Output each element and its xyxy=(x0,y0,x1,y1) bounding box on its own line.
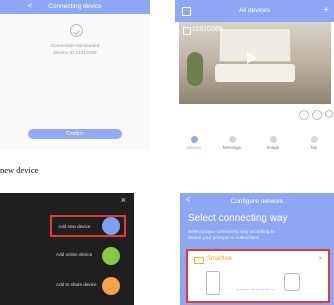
tab-message[interactable]: Message xyxy=(217,136,247,150)
tab-image[interactable]: Image xyxy=(258,136,288,150)
confirm-button[interactable]: Confirm xyxy=(28,129,122,139)
connection-status: Connection succeeded xyxy=(50,44,100,49)
online-device-icon xyxy=(102,247,120,265)
scan-icon[interactable] xyxy=(182,7,191,16)
success-check-icon xyxy=(70,24,83,37)
section-heading: Select connecting way xyxy=(188,213,288,224)
page-title: Configure network xyxy=(230,198,284,205)
my-tab-icon xyxy=(310,136,318,143)
menu-item-add-share-device[interactable]: Add to share device xyxy=(50,275,126,297)
share-icon[interactable] xyxy=(325,110,333,118)
option-label: Smartlink xyxy=(207,256,233,262)
header-bar: All devices + xyxy=(175,0,334,22)
add-device-menu: × Add new device Add online device Add t… xyxy=(0,193,134,305)
image-tab-icon xyxy=(269,136,277,143)
wifi-router-icon xyxy=(194,257,204,264)
tab-my[interactable]: My xyxy=(299,136,329,150)
router-illustration xyxy=(284,273,300,291)
message-tab-icon xyxy=(228,136,236,143)
close-icon[interactable]: × xyxy=(121,195,126,205)
edit-icon[interactable] xyxy=(183,27,191,35)
figure-caption: new device xyxy=(0,165,39,175)
header-bar: < Connecting device xyxy=(0,0,150,14)
plant-image xyxy=(187,52,203,86)
page-title: All devices xyxy=(238,7,271,14)
play-icon[interactable] xyxy=(247,52,257,64)
configure-network-screen: < Configure network Select connecting wa… xyxy=(180,193,334,305)
device-tab-icon xyxy=(190,136,198,143)
settings-icon[interactable] xyxy=(299,110,309,120)
chevron-right-icon: > xyxy=(318,256,322,262)
add-device-button[interactable]: + xyxy=(323,0,329,22)
record-icon[interactable] xyxy=(312,110,322,120)
phone-illustration xyxy=(206,271,220,295)
tab-device[interactable]: Device xyxy=(179,136,209,150)
menu-item-add-online-device[interactable]: Add online device xyxy=(50,245,126,267)
instruction-line-2: device your prompts or instructions xyxy=(188,235,260,240)
all-devices-screen: All devices + 11910269 Device Message Im… xyxy=(175,0,334,150)
smartlink-option[interactable]: Smartlink > xyxy=(186,249,330,303)
connecting-device-screen: < Connecting device Connection succeeded… xyxy=(0,0,150,150)
camera-name: 11910269 xyxy=(192,26,223,33)
camera-preview[interactable]: 11910269 xyxy=(179,22,331,104)
instruction-line-1: Select proper connecting way according t… xyxy=(188,229,275,234)
back-button[interactable]: < xyxy=(28,0,32,14)
device-id: Device ID:11910269 xyxy=(53,51,97,56)
signal-illustration xyxy=(236,273,274,290)
menu-item-add-new-device[interactable]: Add new device xyxy=(50,215,126,237)
share-device-icon xyxy=(102,277,120,295)
page-title: Connecting device xyxy=(48,3,102,10)
sofa-image xyxy=(215,64,295,82)
add-device-icon xyxy=(102,217,120,235)
